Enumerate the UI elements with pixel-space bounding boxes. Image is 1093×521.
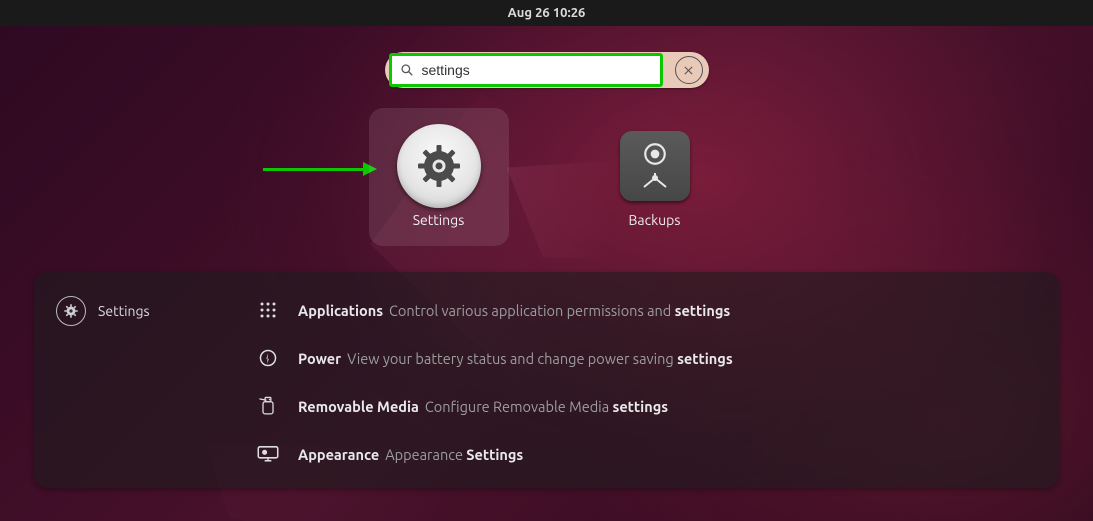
search-icon [400, 63, 414, 77]
app-label: Settings [413, 212, 465, 228]
search-clear-button[interactable] [675, 56, 703, 84]
result-title: Power [298, 350, 341, 367]
result-title: Removable Media [298, 398, 419, 415]
result-text: ApplicationsControl various application … [298, 302, 730, 319]
app-label: Backups [629, 212, 681, 228]
app-results: Settings Backups [0, 108, 1093, 246]
search-results-panel: Settings ApplicationsControl various app… [34, 272, 1059, 488]
result-text: Removable MediaConfigure Removable Media… [298, 398, 668, 415]
app-backups[interactable]: Backups [585, 108, 725, 246]
app-settings[interactable]: Settings [369, 108, 509, 246]
search-input[interactable] [420, 61, 652, 79]
result-list: ApplicationsControl various application … [256, 296, 1039, 466]
category-label: Settings [98, 303, 150, 319]
result-title: Applications [298, 302, 383, 319]
result-text: AppearanceAppearance Settings [298, 446, 523, 463]
gear-icon [414, 141, 464, 191]
safe-handle-icon [640, 171, 670, 191]
search-field[interactable] [389, 53, 663, 87]
result-applications[interactable]: ApplicationsControl various application … [256, 298, 1039, 322]
app-tile: Backups [585, 108, 725, 246]
activities-search [0, 52, 1093, 88]
panel-row: Settings ApplicationsControl various app… [56, 296, 1039, 466]
gear-icon [56, 296, 86, 326]
backups-app-icon [611, 122, 699, 210]
search-pill [385, 52, 709, 88]
display-icon [256, 442, 280, 466]
result-power[interactable]: PowerView your battery status and change… [256, 346, 1039, 370]
usb-icon [256, 394, 280, 418]
settings-app-icon [395, 122, 483, 210]
result-removable-media[interactable]: Removable MediaConfigure Removable Media… [256, 394, 1039, 418]
close-icon [683, 65, 694, 76]
result-title: Appearance [298, 446, 379, 463]
result-appearance[interactable]: AppearanceAppearance Settings [256, 442, 1039, 466]
app-tile: Settings [369, 108, 509, 246]
top-bar: Aug 26 10:26 [0, 0, 1093, 26]
grid-icon [256, 298, 280, 322]
safe-dial-icon [642, 141, 668, 167]
result-text: PowerView your battery status and change… [298, 350, 733, 367]
power-icon [256, 346, 280, 370]
clock[interactable]: Aug 26 10:26 [508, 6, 586, 20]
result-category-settings: Settings [56, 296, 256, 326]
